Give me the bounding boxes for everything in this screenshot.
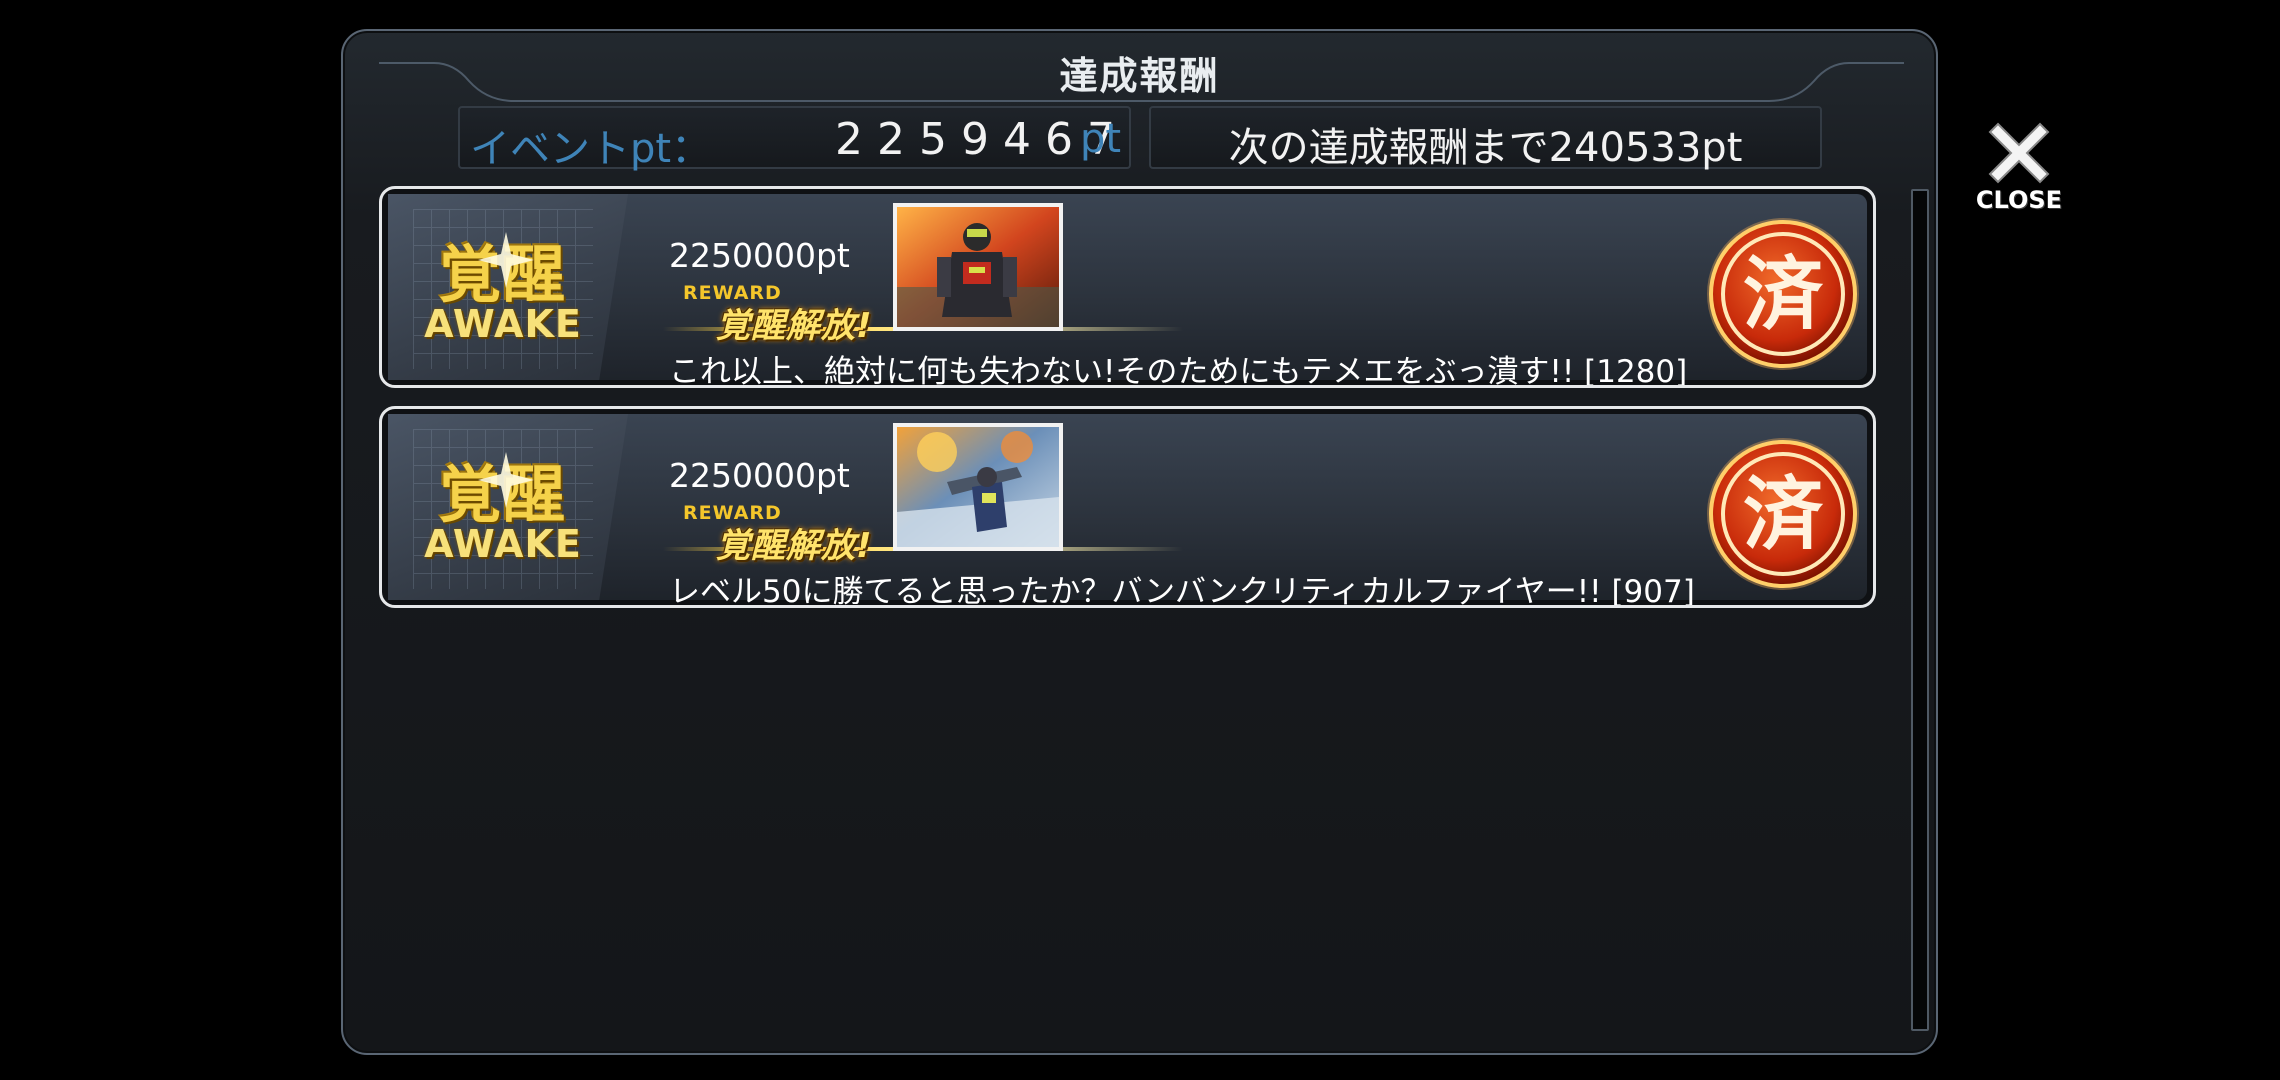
card-description: レベル50に勝てると思ったか？バンバンクリティカルファイヤー!! [907] <box>669 574 1695 608</box>
next-reward-text: 次の達成報酬まで240533pt <box>1228 125 1743 171</box>
reward-row-body: 覚醒 AWAKE 2250000pt REWARD 覚醒解放! <box>388 194 1867 385</box>
card-thumbnail <box>893 203 1063 331</box>
event-points-box: イベントpt： 2259467 pt <box>458 106 1131 172</box>
close-label: CLOSE <box>1975 186 2063 214</box>
next-reward-box: 次の達成報酬まで240533pt <box>1149 106 1822 171</box>
awake-unlock-text: 覚醒解放! <box>716 306 873 346</box>
card-art-image <box>897 207 1059 327</box>
required-points: 2250000pt <box>669 236 850 275</box>
card-description: これ以上、絶対に何も失わない!そのためにもテメエをぶっ潰す!! [1280] <box>669 354 1688 388</box>
awake-label: AWAKE <box>424 302 582 346</box>
close-icon <box>1988 122 2050 184</box>
reward-list[interactable]: 覚醒 AWAKE 2250000pt REWARD 覚醒解放! <box>379 186 1876 1041</box>
reward-dialog: 達成報酬 イベントpt： 2259467 pt 次の達成報酬まで240533pt… <box>341 29 1938 1055</box>
event-points-unit: pt <box>1080 116 1122 162</box>
spark-icon <box>478 452 534 508</box>
spark-icon <box>478 232 534 288</box>
event-points-label: イベントpt： <box>470 126 712 172</box>
awake-icon: 覚醒 AWAKE <box>418 444 588 574</box>
reward-row-body: 覚醒 AWAKE 2250000pt REWARD 覚醒解放! <box>388 414 1867 605</box>
awake-icon: 覚醒 AWAKE <box>418 224 588 354</box>
stamp-text: 済 <box>1743 468 1824 561</box>
card-art-image <box>897 427 1059 547</box>
card-thumbnail <box>893 423 1063 551</box>
claimed-stamp: 済 <box>1707 438 1859 590</box>
scrollbar[interactable] <box>1911 189 1929 1031</box>
claimed-stamp: 済 <box>1707 218 1859 370</box>
dialog-title: 達成報酬 <box>1059 54 1220 98</box>
close-button[interactable]: CLOSE <box>1968 118 2070 218</box>
awake-label: AWAKE <box>424 522 582 566</box>
required-points: 2250000pt <box>669 456 850 495</box>
reward-row[interactable]: 覚醒 AWAKE 2250000pt REWARD 覚醒解放! <box>379 186 1876 388</box>
reward-row[interactable]: 覚醒 AWAKE 2250000pt REWARD 覚醒解放! <box>379 406 1876 608</box>
stamp-text: 済 <box>1743 248 1824 341</box>
awake-unlock-text: 覚醒解放! <box>716 526 873 566</box>
